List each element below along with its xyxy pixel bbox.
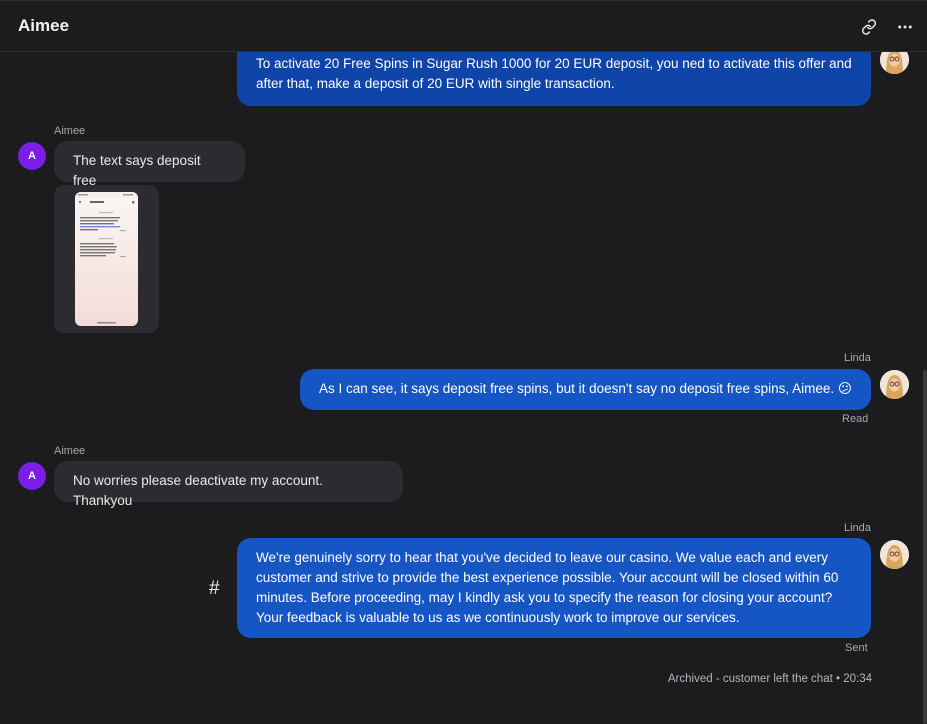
sender-name: Aimee xyxy=(54,125,86,137)
phone-screenshot-thumbnail[interactable] xyxy=(75,192,138,326)
customer-avatar: A xyxy=(18,142,46,170)
sender-name: Linda xyxy=(844,352,871,364)
customer-avatar: A xyxy=(18,462,46,490)
sender-name: Aimee xyxy=(54,445,86,457)
message-status: Sent xyxy=(845,642,868,654)
message-status: Read xyxy=(842,413,869,425)
more-horizontal-icon xyxy=(898,25,912,29)
chat-title: Aimee xyxy=(18,16,70,35)
link-icon xyxy=(861,19,877,35)
scrollbar[interactable] xyxy=(923,370,927,724)
image-attachment[interactable] xyxy=(54,185,159,333)
message-bubble-incoming: No worries please deactivate my account.… xyxy=(54,461,403,508)
message-text: The text says deposit free xyxy=(73,153,201,188)
message-bubble-outgoing: We're genuinely sorry to hear that you'v… xyxy=(237,538,871,638)
hash-tag-button[interactable]: # xyxy=(209,578,220,600)
sender-name: Linda xyxy=(844,522,871,534)
archived-notice: Archived - customer left the chat • 20:3… xyxy=(667,673,872,685)
message-bubble-outgoing: To activate 20 Free Spins in Sugar Rush … xyxy=(237,44,871,106)
agent-avatar xyxy=(880,370,909,399)
message-text: We're genuinely sorry to hear that you'v… xyxy=(256,550,839,625)
copy-link-button[interactable] xyxy=(857,15,881,39)
chat-header: Aimee xyxy=(0,0,927,52)
message-text: As I can see, it says deposit free spins… xyxy=(319,381,852,396)
message-text: To activate 20 Free Spins in Sugar Rush … xyxy=(256,56,852,91)
message-bubble-incoming: The text says deposit free xyxy=(54,141,245,188)
more-options-button[interactable] xyxy=(893,15,917,39)
conversation-view: To activate 20 Free Spins in Sugar Rush … xyxy=(0,0,927,724)
agent-avatar xyxy=(880,540,909,569)
message-text: No worries please deactivate my account.… xyxy=(73,473,323,508)
message-bubble-outgoing: As I can see, it says deposit free spins… xyxy=(300,369,871,410)
